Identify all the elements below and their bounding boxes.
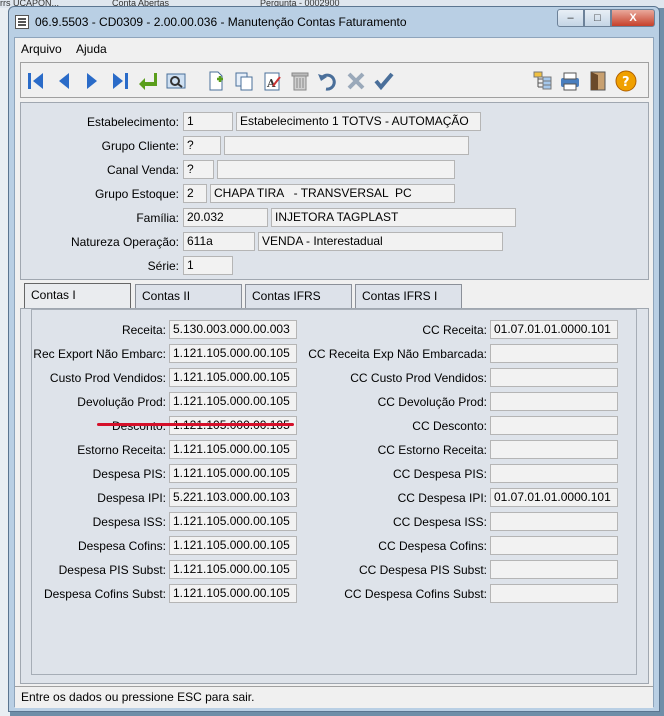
copy-record-icon[interactable] [233, 70, 255, 92]
estabelecimento-desc-field[interactable]: Estabelecimento 1 TOTVS - AUTOMAÇÃO [236, 112, 481, 131]
grupo-estoque-desc-field[interactable]: CHAPA TIRA - TRANSVERSAL PC [210, 184, 455, 203]
label-familia: Família: [136, 211, 179, 225]
title-bar[interactable]: 06.9.5503 - CD0309 - 2.00.00.036 - Manut… [9, 7, 659, 37]
app-icon [15, 15, 29, 29]
cc-despesa-iss-field[interactable] [490, 512, 618, 531]
cc-despesa-pis-field[interactable] [490, 464, 618, 483]
label-despesa-ipi: Despesa IPI: [97, 491, 166, 505]
label-cc-receita: CC Receita: [422, 323, 487, 337]
label-estabelecimento: Estabelecimento: [86, 115, 179, 129]
label-receita: Receita: [121, 323, 166, 337]
menu-bar: Arquivo Ajuda [15, 38, 653, 59]
delete-record-icon[interactable] [289, 70, 311, 92]
label-despesa-pis: Despesa PIS: [92, 467, 166, 481]
tab-contas-ii[interactable]: Contas II [135, 284, 242, 308]
label-natureza-operacao: Natureza Operação: [70, 235, 179, 249]
label-despesa-iss: Despesa ISS: [92, 515, 166, 529]
label-estorno-receita: Estorno Receita: [77, 443, 166, 457]
label-cc-despesa-pis-subst: CC Despesa PIS Subst: [358, 563, 487, 577]
familia-code-field[interactable]: 20.032 [183, 208, 268, 227]
first-record-icon[interactable] [25, 70, 47, 92]
client-area: Arquivo Ajuda A ? Estabelecimento: 1 Est… [14, 37, 654, 708]
cc-receita-exp-field[interactable] [490, 344, 618, 363]
natureza-code-field[interactable]: 611a [183, 232, 255, 251]
cc-desconto-field[interactable] [490, 416, 618, 435]
label-despesa-pis-subst: Despesa PIS Subst: [58, 563, 166, 577]
label-devolucao-prod: Devolução Prod: [77, 395, 166, 409]
status-bar: Entre os dados ou pressione ESC para sai… [15, 686, 653, 708]
canal-venda-desc-field[interactable] [217, 160, 455, 179]
main-window: 06.9.5503 - CD0309 - 2.00.00.036 - Manut… [8, 6, 660, 712]
grupo-estoque-code-field[interactable]: 2 [183, 184, 207, 203]
header-panel: Estabelecimento: 1 Estabelecimento 1 TOT… [20, 102, 649, 280]
edit-record-icon[interactable]: A [261, 70, 283, 92]
menu-arquivo[interactable]: Arquivo [21, 42, 62, 56]
label-cc-custo-prod: CC Custo Prod Vendidos: [350, 371, 487, 385]
previous-record-icon[interactable] [53, 70, 75, 92]
label-cc-despesa-iss: CC Despesa ISS: [392, 515, 487, 529]
natureza-desc-field[interactable]: VENDA - Interestadual [258, 232, 503, 251]
label-desconto: Desconto: [111, 419, 166, 433]
estabelecimento-code-field[interactable]: 1 [183, 112, 233, 131]
cc-despesa-cofins-field[interactable] [490, 536, 618, 555]
cc-custo-prod-field[interactable] [490, 368, 618, 387]
label-serie: Série: [147, 259, 179, 273]
label-grupo-estoque: Grupo Estoque: [94, 187, 179, 201]
last-record-icon[interactable] [109, 70, 131, 92]
help-icon[interactable]: ? [615, 70, 637, 92]
cc-despesa-pis-subst-field[interactable] [490, 560, 618, 579]
canal-venda-code-field[interactable]: ? [183, 160, 214, 179]
next-record-icon[interactable] [81, 70, 103, 92]
label-canal-venda: Canal Venda: [106, 163, 179, 177]
tab-panel-contas-i: Receita: 5.130.003.000.00.003 Rec Export… [20, 308, 649, 684]
tree-icon[interactable] [531, 70, 553, 92]
window-title: 06.9.5503 - CD0309 - 2.00.00.036 - Manut… [35, 15, 407, 29]
search-icon[interactable] [165, 70, 187, 92]
cc-receita-field[interactable]: 01.07.01.01.0000.101 [490, 320, 618, 339]
tab-contas-ifrs-i[interactable]: Contas IFRS I [355, 284, 462, 308]
label-despesa-cofins-subst: Despesa Cofins Subst: [43, 587, 166, 601]
label-rec-export: Rec Export Não Embarc: [33, 347, 166, 361]
print-icon[interactable] [559, 70, 581, 92]
close-button[interactable]: X [611, 9, 655, 27]
grupo-cliente-desc-field[interactable] [224, 136, 469, 155]
label-cc-devolucao-prod: CC Devolução Prod: [377, 395, 487, 409]
grupo-cliente-code-field[interactable]: ? [183, 136, 221, 155]
label-cc-despesa-cofins: CC Despesa Cofins: [378, 539, 487, 553]
label-cc-despesa-pis: CC Despesa PIS: [392, 467, 487, 481]
label-cc-desconto: CC Desconto: [412, 419, 487, 433]
label-custo-prod: Custo Prod Vendidos: [49, 371, 166, 385]
tab-contas-ifrs[interactable]: Contas IFRS [245, 284, 352, 308]
label-cc-receita-exp: CC Receita Exp Não Embarcada: [308, 347, 487, 361]
minimize-button[interactable]: – [557, 9, 584, 27]
undo-icon[interactable] [317, 70, 339, 92]
label-cc-despesa-ipi: CC Despesa IPI: [397, 491, 487, 505]
label-cc-estorno-receita: CC Estorno Receita: [377, 443, 487, 457]
tab-contas-i[interactable]: Contas I [24, 283, 131, 309]
save-icon[interactable] [373, 70, 395, 92]
familia-desc-field[interactable]: INJETORA TAGPLAST [271, 208, 516, 227]
highlight-underline [97, 423, 294, 426]
maximize-button[interactable]: □ [584, 9, 611, 27]
exit-icon[interactable] [587, 70, 609, 92]
label-despesa-cofins: Despesa Cofins: [77, 539, 166, 553]
cc-despesa-cofins-subst-field[interactable] [490, 584, 618, 603]
toolbar: A ? [20, 62, 649, 98]
serie-field[interactable]: 1 [183, 256, 233, 275]
menu-ajuda[interactable]: Ajuda [76, 42, 107, 56]
cc-estorno-receita-field[interactable] [490, 440, 618, 459]
svg-text:?: ? [622, 75, 630, 90]
goto-icon[interactable] [137, 70, 159, 92]
label-grupo-cliente: Grupo Cliente: [101, 139, 179, 153]
cancel-icon[interactable] [345, 70, 367, 92]
cc-despesa-ipi-field[interactable]: 01.07.01.01.0000.101 [490, 488, 618, 507]
cc-devolucao-prod-field[interactable] [490, 392, 618, 411]
label-cc-despesa-cofins-subst: CC Despesa Cofins Subst: [344, 587, 487, 601]
new-record-icon[interactable] [205, 70, 227, 92]
